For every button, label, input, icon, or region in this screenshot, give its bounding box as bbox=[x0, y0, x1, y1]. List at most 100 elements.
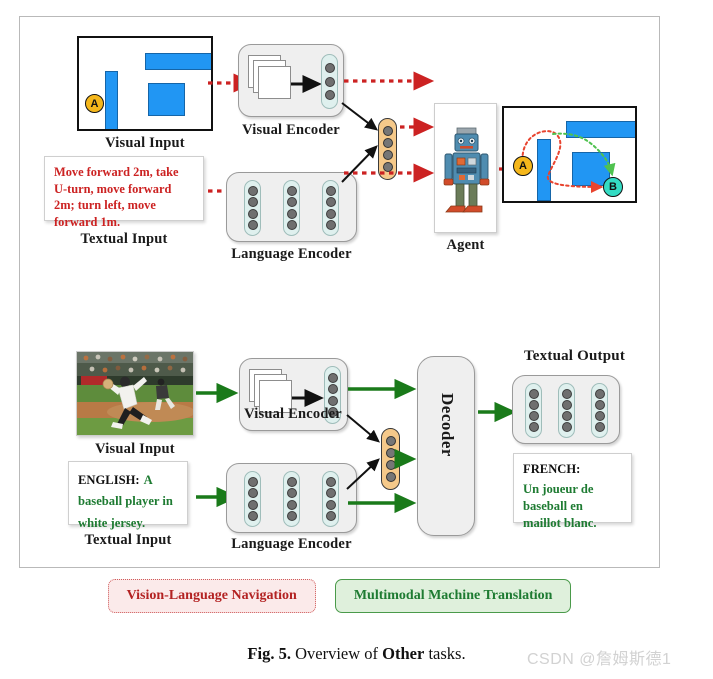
token-dot bbox=[325, 208, 336, 219]
token-dot bbox=[561, 400, 572, 410]
token-dot bbox=[561, 422, 572, 432]
vln-visual-token-column bbox=[321, 54, 338, 109]
vln-visual-input-label: Visual Input bbox=[105, 135, 185, 151]
mmt-target-lang-label: FRENCH: bbox=[523, 462, 581, 476]
token-dot bbox=[286, 208, 297, 219]
token-dot bbox=[594, 400, 605, 410]
vln-language-encoder-label: Language Encoder bbox=[231, 246, 352, 262]
vln-visual-encoder-label: Visual Encoder bbox=[242, 122, 340, 138]
mmt-decoder: Decoder bbox=[417, 356, 475, 536]
image-stack-icon-front bbox=[258, 66, 291, 99]
vln-agent-input-arrows bbox=[344, 71, 435, 183]
token-dot bbox=[247, 499, 258, 510]
token-dot bbox=[247, 488, 258, 499]
vln-agent-image bbox=[434, 103, 497, 233]
token-dot bbox=[327, 384, 338, 395]
map-node-a: A bbox=[513, 156, 533, 176]
legend-pill-vln-label: Vision-Language Navigation bbox=[126, 588, 297, 603]
mmt-target-text: Un joueur de baseball en maillot blanc. bbox=[523, 481, 597, 530]
vln-language-token-column bbox=[244, 180, 261, 236]
map-node-a-label: A bbox=[90, 97, 99, 110]
mmt-source-lang-label: ENGLISH: bbox=[78, 473, 140, 487]
mmt-output-token-column bbox=[591, 383, 608, 438]
token-dot bbox=[247, 197, 258, 208]
mmt-language-token-column bbox=[322, 471, 339, 527]
token-dot bbox=[325, 499, 336, 510]
map-block-top bbox=[145, 53, 211, 70]
vln-language-token-column bbox=[322, 180, 339, 236]
mmt-target-output-box: FRENCH: Un joueur de baseball en maillot… bbox=[513, 453, 632, 530]
token-dot bbox=[528, 411, 539, 421]
map-node-b: B bbox=[603, 177, 623, 197]
baseball-photo bbox=[77, 352, 193, 435]
token-dot bbox=[325, 197, 336, 208]
token-dot bbox=[594, 389, 605, 399]
mmt-textual-output-label: Textual Output bbox=[523, 348, 626, 364]
map-node-a: A bbox=[85, 94, 104, 113]
token-dot bbox=[325, 488, 336, 499]
token-dot bbox=[247, 477, 258, 488]
token-dot bbox=[286, 488, 297, 499]
token-dot bbox=[528, 400, 539, 410]
token-dot bbox=[528, 422, 539, 432]
vln-output-map: A B bbox=[502, 106, 637, 203]
encoder-inner-arrow bbox=[292, 389, 324, 407]
vln-instruction-text: Move forward 2m, take U-turn, move forwa… bbox=[54, 165, 179, 229]
token-dot bbox=[528, 389, 539, 399]
legend-pill-vln[interactable]: Vision-Language Navigation bbox=[107, 579, 316, 613]
token-dot bbox=[324, 62, 335, 73]
token-dot bbox=[286, 499, 297, 510]
mmt-textual-input-box: ENGLISH: A baseball player in white jers… bbox=[68, 461, 188, 530]
token-dot bbox=[594, 422, 605, 432]
token-dot bbox=[561, 411, 572, 421]
encoder-inner-arrow bbox=[291, 75, 322, 93]
token-dot bbox=[286, 510, 297, 521]
token-dot bbox=[247, 186, 258, 197]
caption-figure-number: Fig. 5. bbox=[247, 644, 291, 663]
token-dot bbox=[594, 411, 605, 421]
mmt-output-token-column bbox=[525, 383, 542, 438]
map-block-center bbox=[148, 83, 185, 116]
caption-bold-term: Other bbox=[382, 644, 425, 663]
vln-language-token-column bbox=[283, 180, 300, 236]
vln-textual-input-label: Textual Input bbox=[80, 231, 168, 247]
token-dot bbox=[247, 510, 258, 521]
vln-textual-input-box: Move forward 2m, take U-turn, move forwa… bbox=[44, 156, 204, 229]
token-dot bbox=[324, 90, 335, 101]
map-block-wall bbox=[105, 71, 118, 129]
map-node-b-label: B bbox=[609, 181, 617, 193]
vln-language-encoder bbox=[226, 172, 357, 242]
vln-visual-encoder bbox=[238, 44, 344, 117]
legend-pill-mmt-label: Multimodal Machine Translation bbox=[353, 588, 553, 603]
token-dot bbox=[325, 477, 336, 488]
token-dot bbox=[325, 219, 336, 230]
token-dot bbox=[327, 372, 338, 383]
caption-text-after: tasks. bbox=[428, 644, 466, 663]
figure-frame: A Visual Input Move forward 2m, take U-t… bbox=[19, 16, 660, 568]
token-dot bbox=[327, 395, 338, 406]
vln-visual-input-map: A bbox=[77, 36, 213, 131]
vln-agent-label: Agent bbox=[446, 237, 485, 253]
csdn-watermark: CSDN @詹姆斯德1 bbox=[527, 651, 672, 668]
mmt-language-token-column bbox=[244, 471, 261, 527]
token-dot bbox=[286, 197, 297, 208]
mmt-visual-input-label: Visual Input bbox=[95, 441, 175, 457]
mmt-language-encoder bbox=[226, 463, 357, 533]
token-dot bbox=[561, 389, 572, 399]
legend: Vision-Language Navigation Multimodal Ma… bbox=[19, 578, 660, 614]
mmt-output-token-column bbox=[558, 383, 575, 438]
token-dot bbox=[286, 186, 297, 197]
token-dot bbox=[325, 510, 336, 521]
token-dot bbox=[247, 208, 258, 219]
token-dot bbox=[247, 219, 258, 230]
map-node-a-label: A bbox=[519, 160, 527, 172]
mmt-decoder-label: Decoder bbox=[438, 393, 457, 457]
legend-pill-mmt[interactable]: Multimodal Machine Translation bbox=[334, 579, 572, 613]
mmt-language-encoder-label: Language Encoder bbox=[231, 536, 352, 552]
mmt-visual-encoder-label: Visual Encoder bbox=[244, 406, 342, 422]
token-dot bbox=[286, 477, 297, 488]
mmt-visual-input-image bbox=[76, 351, 194, 436]
caption-text-before: Overview of bbox=[295, 644, 379, 663]
mmt-textual-input-label: Textual Input bbox=[84, 532, 172, 548]
mmt-textual-output bbox=[512, 375, 620, 444]
